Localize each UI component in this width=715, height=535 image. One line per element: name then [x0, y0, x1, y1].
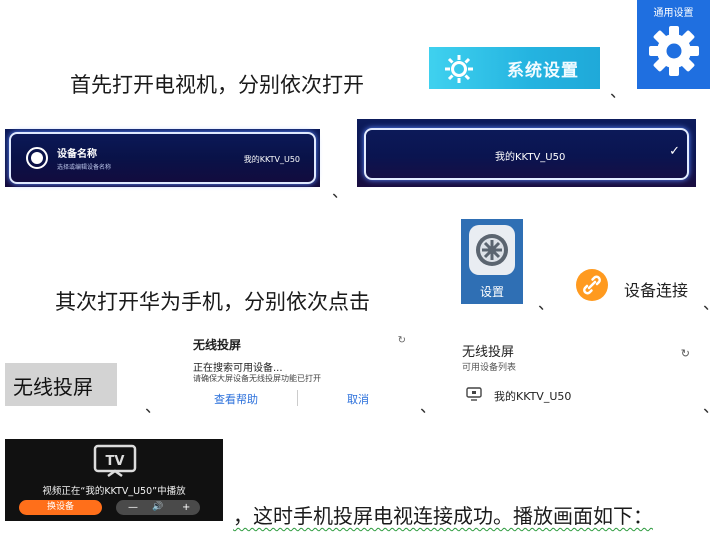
search-hint: 请确保大屏设备无线投屏功能已打开	[193, 374, 321, 383]
settings-icon	[469, 225, 515, 275]
volume-icon: 🔊	[152, 502, 164, 512]
gear-icon	[649, 26, 699, 76]
search-dialog-title: 无线投屏	[193, 338, 242, 352]
selected-device-name: 我的KKTV_U50	[495, 152, 566, 163]
volume-control[interactable]: — 🔊 +	[116, 500, 200, 515]
separator: 、	[703, 393, 715, 417]
general-settings-label: 通用设置	[653, 8, 694, 19]
system-settings-label: 系统设置	[507, 61, 579, 81]
separator: 、	[703, 290, 715, 314]
switch-device-button[interactable]: 换设备	[19, 500, 102, 515]
refresh-icon: ↻	[397, 335, 406, 346]
tv-icon: TV	[93, 444, 137, 478]
separator: 、	[420, 397, 437, 416]
volume-down-button[interactable]: —	[128, 500, 138, 515]
check-icon: ✓	[669, 144, 680, 159]
screen-cast-icon	[466, 387, 482, 401]
system-settings-banner: 系统设置	[429, 47, 600, 89]
button-divider	[297, 390, 298, 406]
device-list-dialog: 无线投屏 ↻ 可用设备列表 我的KKTV_U50	[455, 336, 700, 411]
help-button[interactable]: 查看帮助	[214, 391, 258, 407]
general-settings-tile: 通用设置	[637, 0, 710, 89]
device-name-title: 设备名称	[57, 149, 97, 160]
device-dialog-title: 无线投屏	[462, 345, 515, 360]
step2-text: 其次打开华为手机，分别依次点击	[55, 290, 370, 314]
separator: 、	[145, 397, 162, 416]
playback-panel: TV 视频正在“我的KKTV_U50”中播放 换设备 — 🔊 +	[5, 439, 223, 521]
separator: 、	[610, 82, 627, 101]
cancel-button[interactable]: 取消	[347, 391, 369, 407]
volume-up-button[interactable]: +	[182, 500, 190, 515]
phone-settings-tile: 设置	[461, 219, 523, 304]
gear-icon	[445, 55, 473, 83]
device-name-value: 我的KKTV_U50	[243, 155, 300, 164]
link-icon	[576, 269, 608, 301]
separator: 、	[538, 294, 555, 313]
device-list-item[interactable]: 我的KKTV_U50	[494, 388, 571, 404]
final-text: ，这时手机投屏电视连接成功。播放画面如下：	[233, 500, 653, 529]
final-text-content: ，这时手机投屏电视连接成功。播放画面如下：	[233, 504, 653, 528]
playback-message: 视频正在“我的KKTV_U50”中播放	[42, 486, 186, 497]
radio-icon	[26, 147, 48, 169]
selected-device-panel: 我的KKTV_U50 ✓	[357, 119, 696, 187]
wireless-projection-label: 无线投屏	[13, 375, 93, 399]
device-name-panel: 设备名称 选择或编辑设备名称 我的KKTV_U50	[5, 129, 320, 187]
searching-text: 正在搜索可用设备...	[193, 363, 283, 374]
device-connection-label: 设备连接	[624, 281, 689, 300]
separator: 、	[332, 182, 349, 201]
settings-label: 设置	[479, 285, 504, 299]
search-dialog: 无线投屏 ↻ 正在搜索可用设备... 请确保大屏设备无线投屏功能已打开 查看帮助…	[184, 331, 414, 411]
step1-text: 首先打开电视机，分别依次打开	[70, 73, 364, 97]
wireless-projection-tag: 无线投屏	[5, 363, 117, 406]
refresh-icon[interactable]: ↻	[681, 347, 690, 360]
device-name-hint: 选择或编辑设备名称	[57, 164, 112, 171]
device-list-subtitle: 可用设备列表	[462, 363, 517, 373]
tv-icon-label: TV	[106, 454, 125, 469]
